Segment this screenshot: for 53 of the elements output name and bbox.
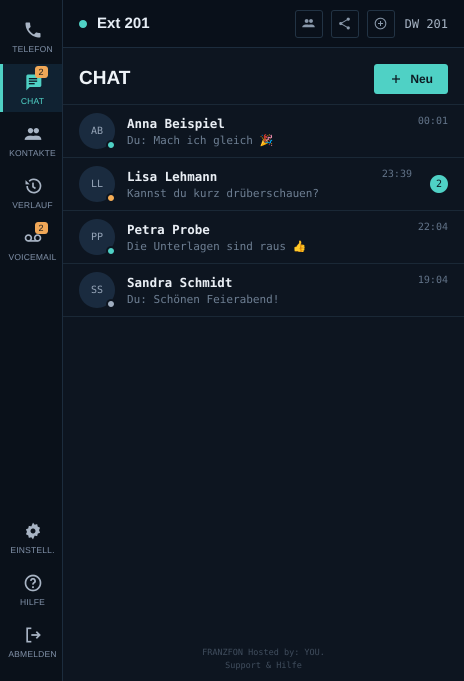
- avatar: SS: [79, 272, 115, 308]
- plus-circle-icon: [373, 16, 388, 31]
- page-title: CHAT: [79, 68, 130, 90]
- sidebar-item[interactable]: 2 VOICEMAIL: [0, 220, 62, 268]
- sidebar-item[interactable]: VERLAUF: [0, 168, 62, 216]
- conversation-item[interactable]: AB Anna Beispiel 00:01 Du: Mach ich gleich 🎉: [63, 105, 464, 158]
- sidebar-label: CHAT: [20, 96, 44, 106]
- extension-label: Ext 201: [97, 15, 150, 32]
- contact-name: Petra Probe: [127, 222, 210, 236]
- contact-name: Lisa Lehmann: [127, 168, 218, 184]
- sidebar-label: TELEFON: [12, 44, 53, 54]
- sidebar-item[interactable]: ABMELDEN: [0, 617, 62, 665]
- sidebar-label: ABMELDEN: [8, 649, 57, 659]
- sidebar-item[interactable]: TELEFON: [0, 12, 62, 60]
- contact-name: Sandra Schmidt: [127, 274, 232, 290]
- sidebar-item[interactable]: EINSTELL.: [0, 513, 62, 561]
- footer-text: FRANZFON Hosted by: YOU.: [202, 648, 325, 658]
- sidebar-label: HILFE: [20, 597, 46, 607]
- sidebar-item[interactable]: 2 CHAT: [0, 64, 62, 112]
- message-preview: Du: Schönen Feierabend!: [127, 292, 280, 306]
- avatar: PP: [79, 219, 115, 255]
- sidebar-label: VERLAUF: [12, 200, 53, 210]
- new-chat-button[interactable]: Neu: [374, 64, 448, 94]
- add-button[interactable]: [366, 10, 395, 38]
- conversation-item[interactable]: PP Petra Probe 22:04 Die Unterlagen sind raus 👍: [63, 211, 464, 264]
- message-preview: Kannst du kurz drüberschauen?: [127, 186, 320, 200]
- avatar: LL: [79, 166, 115, 202]
- plus-icon: [390, 73, 402, 85]
- contact-name: Anna Beispiel: [127, 116, 225, 130]
- conversation-item[interactable]: LL Lisa Lehmann 23:39 Kannst du kurz drüberschauen? 2: [63, 158, 464, 211]
- message-preview: Du: Mach ich gleich 🎉: [127, 134, 274, 146]
- sidebar-item[interactable]: KONTAKTE: [0, 116, 62, 164]
- avatar: AB: [79, 113, 115, 149]
- sidebar-label: EINSTELL.: [10, 545, 55, 555]
- count-badge: 2: [34, 66, 48, 78]
- share-icon: [337, 16, 352, 31]
- phone-icon: [22, 20, 42, 40]
- sidebar-item[interactable]: HILFE: [0, 565, 62, 613]
- message-time: 23:39: [382, 168, 412, 182]
- count-badge: 2: [34, 222, 48, 234]
- message-preview: Die Unterlagen sind raus 👍: [127, 240, 308, 252]
- direct-dial-label: DW 201: [404, 16, 448, 30]
- help-icon: [22, 573, 42, 593]
- contacts-button[interactable]: [294, 10, 323, 38]
- message-time: 00:01: [418, 116, 448, 128]
- message-time: 22:04: [418, 222, 448, 234]
- history-icon: [22, 176, 42, 196]
- sidebar-label: VOICEMAIL: [8, 252, 57, 262]
- sidebar-label: KONTAKTE: [9, 148, 56, 158]
- conversation-item[interactable]: SS Sandra Schmidt 19:04 Du: Schönen Feierabend!: [63, 264, 464, 317]
- share-button[interactable]: [330, 10, 359, 38]
- unread-badge: 2: [430, 175, 448, 193]
- message-time: 19:04: [418, 274, 448, 288]
